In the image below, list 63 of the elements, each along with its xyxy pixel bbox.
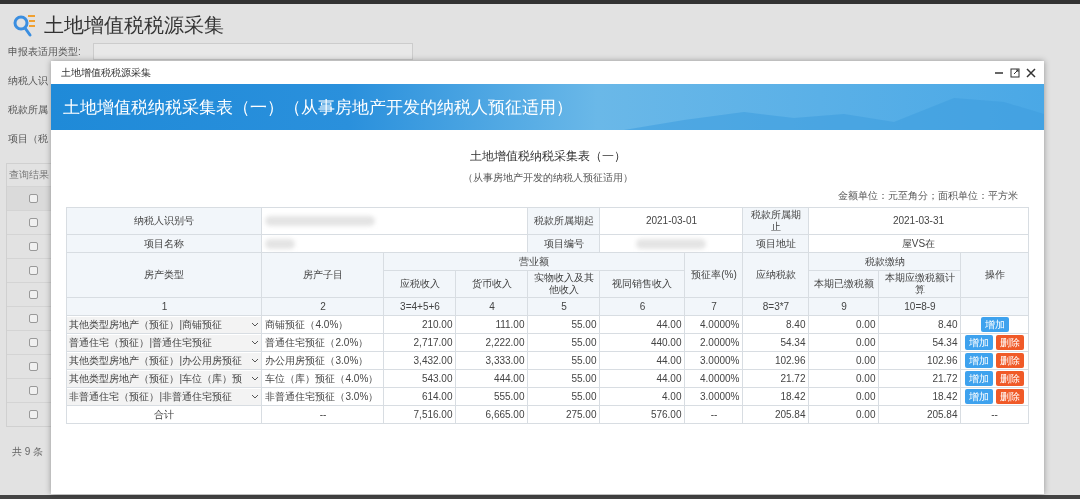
checkbox[interactable] <box>29 218 38 227</box>
form-title: 土地增值税纳税采集表（一） <box>469 148 626 165</box>
banner-title: 土地增值税纳税采集表（一）（从事房地产开发的纳税人预征适用） <box>63 96 573 119</box>
type-select[interactable]: 其他类型房地产（预征）|车位（库）预 <box>67 370 262 387</box>
page-title: 土地增值税税源采集 <box>44 13 224 38</box>
units-note: 金额单位：元至角分；面积单位：平方米 <box>838 189 1018 203</box>
checkbox[interactable] <box>29 314 38 323</box>
column-header: 房产类型 <box>67 252 262 298</box>
form-label: 税款所属 <box>8 102 48 117</box>
table-cell: 2021-03-01 <box>600 207 743 235</box>
form-subtitle: （从事房地产开发的纳税人预征适用） <box>462 171 633 185</box>
add-button[interactable]: 增加 <box>965 335 994 350</box>
add-button[interactable]: 增加 <box>965 353 994 368</box>
checkbox[interactable] <box>29 386 38 395</box>
checkbox[interactable] <box>29 362 38 371</box>
table-heading: 查询结果 <box>8 168 50 182</box>
form-label: 纳税人识 <box>8 73 48 88</box>
search-list-icon <box>12 12 36 39</box>
type-select[interactable]: 普通住宅（预征）|普通住宅预征 <box>67 334 262 351</box>
column-header: 本期应缴税额计算 <box>879 270 961 298</box>
type-select[interactable]: 其他类型房地产（预征）|办公用房预征 <box>67 352 262 369</box>
redacted-value <box>636 238 707 249</box>
caret-icon <box>251 357 260 364</box>
record-count: 共 9 条 <box>11 445 45 459</box>
add-button[interactable]: 增加 <box>965 389 994 404</box>
checkbox[interactable] <box>29 266 38 275</box>
column-header: 操作 <box>961 252 1028 298</box>
table-cell: 2021-03-31 <box>809 207 1028 235</box>
close-icon[interactable] <box>1026 67 1036 78</box>
column-header: 视同销售收入 <box>600 270 685 298</box>
type-select[interactable]: 其他类型房地产（预征）|商铺预征 <box>67 316 262 333</box>
label-cell: 税款所属期起 <box>528 207 600 235</box>
delete-button[interactable]: 删除 <box>995 353 1024 368</box>
select-field[interactable] <box>92 43 413 60</box>
delete-button[interactable]: 删除 <box>995 389 1024 404</box>
checkbox[interactable] <box>29 242 38 251</box>
redacted-value <box>265 238 296 249</box>
type-select[interactable]: 非普通住宅（预征）|非普通住宅预征 <box>67 388 262 405</box>
add-button[interactable]: 增加 <box>980 317 1009 332</box>
maximize-icon[interactable] <box>1010 67 1020 78</box>
checkbox[interactable] <box>29 194 38 203</box>
column-header: 实物收入及其他收入 <box>528 270 600 298</box>
column-header: 房产子目 <box>262 252 384 298</box>
label-cell: 纳税人识别号 <box>67 207 262 235</box>
add-button[interactable]: 增加 <box>965 371 994 386</box>
checkbox[interactable] <box>29 290 38 299</box>
dialog-title: 土地增值税税源采集 <box>61 65 151 80</box>
column-header: 本期已缴税额 <box>809 270 879 298</box>
delete-button[interactable]: 删除 <box>995 371 1024 386</box>
column-header: 应税收入 <box>384 270 456 298</box>
caret-icon <box>251 339 260 346</box>
label-cell: 税款所属期止 <box>743 207 809 235</box>
column-header: 预征率(%) <box>685 252 743 298</box>
column-header: 货币收入 <box>456 270 528 298</box>
column-header: 应纳税款 <box>743 252 809 298</box>
caret-icon <box>251 375 260 382</box>
caret-icon <box>251 321 260 328</box>
form-label: 项目（税 <box>8 131 48 146</box>
caret-icon <box>251 393 260 400</box>
checkbox[interactable] <box>29 338 38 347</box>
form-label: 申报表适用类型: <box>8 44 81 59</box>
delete-button[interactable]: 删除 <box>995 335 1024 350</box>
checkbox[interactable] <box>29 410 38 419</box>
